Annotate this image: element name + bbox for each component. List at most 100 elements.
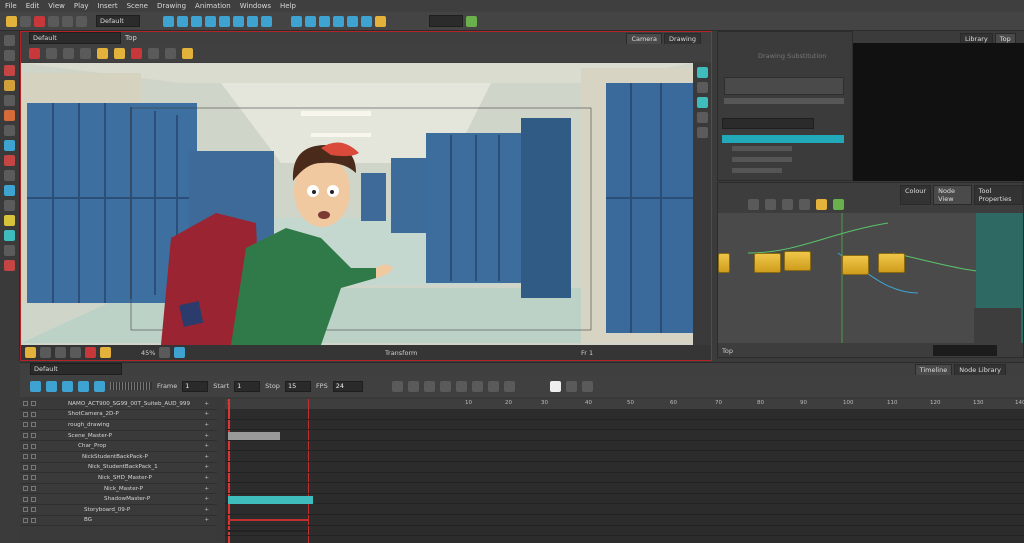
paint-icon[interactable] — [29, 47, 40, 59]
visibility-toggle[interactable] — [23, 401, 28, 407]
node-search-input[interactable] — [933, 345, 997, 356]
layer-row[interactable]: NickStudentBackPack-P + — [20, 452, 217, 463]
curve-icon[interactable] — [347, 15, 358, 27]
frame-row[interactable] — [225, 409, 1024, 420]
layer-row[interactable]: Nick_StudentBackPack_1 + — [20, 463, 217, 474]
transform-icon[interactable] — [163, 15, 174, 27]
frame-row[interactable] — [225, 451, 1024, 462]
open-icon[interactable] — [6, 15, 17, 27]
visibility-toggle[interactable] — [23, 475, 28, 481]
menu-animation[interactable]: Animation — [195, 2, 231, 10]
add-icon[interactable]: + — [204, 464, 209, 470]
node-tool-icon[interactable] — [833, 198, 844, 210]
substitution-slider[interactable] — [724, 98, 844, 104]
redo-icon[interactable] — [62, 15, 73, 27]
lock-toggle[interactable] — [31, 443, 36, 449]
layer-row[interactable]: Nick_SHD_Master-P + — [20, 473, 217, 484]
frame-row[interactable] — [225, 504, 1024, 515]
save-icon[interactable] — [20, 15, 31, 27]
node[interactable] — [878, 253, 905, 273]
record-icon[interactable] — [34, 15, 45, 27]
eraser-icon[interactable] — [4, 110, 15, 121]
deform-icon[interactable] — [247, 15, 258, 27]
key-icon[interactable] — [471, 380, 483, 392]
menu-windows[interactable]: Windows — [240, 2, 271, 10]
fill-icon[interactable] — [4, 185, 15, 196]
visibility-toggle[interactable] — [23, 507, 28, 513]
add-icon[interactable]: + — [204, 517, 209, 523]
key-icon[interactable] — [503, 380, 515, 392]
grid-icon[interactable] — [291, 15, 302, 27]
frame-row[interactable] — [225, 420, 1024, 431]
abc-icon[interactable] — [581, 380, 593, 392]
onion-icon[interactable] — [261, 15, 272, 27]
pencil-icon[interactable] — [219, 15, 230, 27]
key-icon[interactable] — [455, 380, 467, 392]
tree-item-selected[interactable] — [722, 135, 844, 143]
play-selection-icon[interactable] — [46, 380, 57, 392]
lock-toggle[interactable] — [31, 454, 36, 460]
empty-select[interactable] — [429, 15, 463, 27]
sound-icon[interactable] — [78, 380, 89, 392]
visibility-toggle[interactable] — [23, 443, 28, 449]
lightning-icon[interactable] — [100, 347, 111, 358]
keyframe-icon[interactable] — [361, 15, 372, 27]
add-icon[interactable]: + — [204, 433, 209, 439]
add-icon[interactable]: + — [204, 454, 209, 460]
paint-icon[interactable] — [4, 155, 15, 166]
lock-all-icon[interactable] — [114, 47, 125, 59]
menu-insert[interactable]: Insert — [98, 2, 118, 10]
undo-icon[interactable] — [48, 15, 59, 27]
node[interactable] — [842, 255, 869, 275]
rig-icon[interactable] — [205, 15, 216, 27]
menu-help[interactable]: Help — [280, 2, 296, 10]
camera-icon[interactable] — [70, 347, 81, 358]
layer-row[interactable]: rough_drawing + — [20, 420, 217, 431]
cloud-icon[interactable] — [76, 15, 87, 27]
camera-viewport[interactable] — [21, 63, 693, 345]
settings-icon[interactable] — [159, 347, 171, 358]
transform-tool-icon[interactable] — [4, 230, 15, 241]
stamp-icon[interactable] — [4, 95, 15, 106]
frame-ruler[interactable]: 1102030405060708090100110120130140 — [225, 399, 1024, 409]
add-icon[interactable]: + — [204, 496, 209, 502]
bone-icon[interactable] — [233, 15, 244, 27]
fps-input[interactable]: 24 — [332, 380, 363, 392]
stack-icon[interactable] — [697, 112, 708, 123]
green-badge-icon[interactable] — [466, 15, 477, 27]
frame-row[interactable] — [225, 473, 1024, 484]
layer-row[interactable]: ShotCamera_2D-P + — [20, 410, 217, 421]
add-icon[interactable]: + — [204, 443, 209, 449]
frame-row[interactable] — [225, 526, 1024, 537]
layer-row[interactable]: ShadowMaster-P + — [20, 494, 217, 505]
lock-icon[interactable] — [97, 47, 108, 59]
key-icon[interactable] — [487, 380, 499, 392]
stop-motion-icon[interactable] — [565, 380, 577, 392]
animate-icon[interactable] — [191, 15, 202, 27]
frame-input[interactable]: 1 — [182, 380, 209, 392]
node-icon[interactable] — [177, 15, 188, 27]
grid-icon[interactable] — [63, 47, 74, 59]
layer-row[interactable]: NAMO_ACT900_SG99_00T_Suiteb_AUD_999 + — [20, 399, 217, 410]
layer-row[interactable]: Scene_Master-P + — [20, 431, 217, 442]
bulb-icon[interactable] — [25, 347, 36, 358]
lock-toggle[interactable] — [31, 486, 36, 492]
menu-file[interactable]: File — [5, 2, 17, 10]
frame-row[interactable] — [225, 494, 1024, 505]
keyframe-mode-icon[interactable] — [549, 380, 561, 392]
key-icon[interactable] — [407, 380, 419, 392]
menu-play[interactable]: Play — [74, 2, 89, 10]
visibility-toggle[interactable] — [23, 454, 28, 460]
start-input[interactable]: 1 — [234, 380, 261, 392]
lock-toggle[interactable] — [31, 507, 36, 513]
frame-icon[interactable] — [55, 347, 66, 358]
lock-toggle[interactable] — [31, 411, 36, 417]
brush-icon[interactable] — [4, 65, 15, 76]
node[interactable] — [754, 253, 781, 273]
sun-icon[interactable] — [174, 347, 186, 358]
tree-item[interactable] — [732, 146, 792, 151]
visibility-toggle[interactable] — [23, 422, 28, 428]
toggle-icon[interactable] — [697, 82, 708, 93]
add-icon[interactable]: + — [204, 422, 209, 428]
onion-skin-icon[interactable] — [391, 380, 403, 392]
